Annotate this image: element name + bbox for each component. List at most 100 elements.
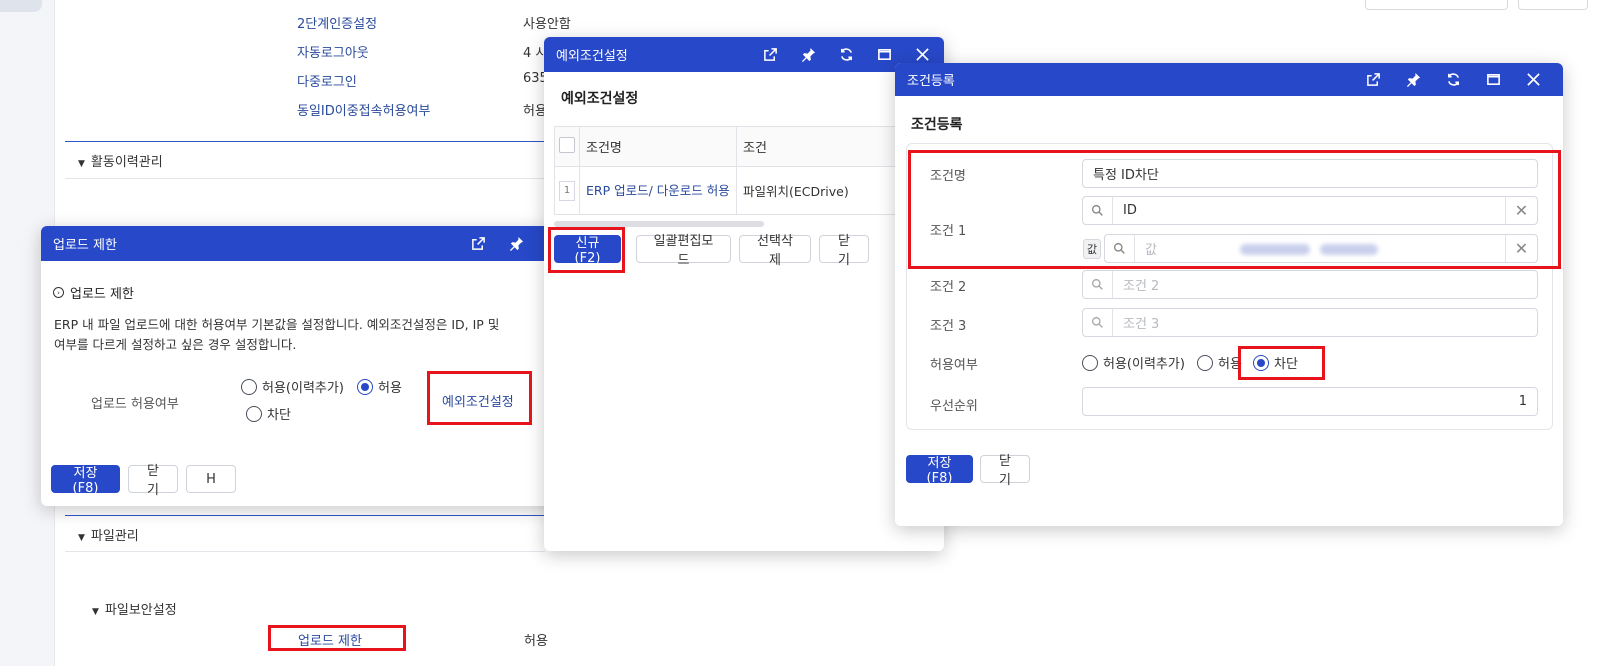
new-button[interactable]: 신규(F2) — [554, 235, 621, 266]
popup-header: 조건등록 — [895, 63, 1563, 96]
popup-header: 예외조건설정 — [544, 37, 944, 72]
section-divider — [65, 515, 545, 516]
exception-table: 조건명 조건 1 ERP 업로드/ 다운로드 허용 파일위치(ECDrive) — [554, 126, 944, 215]
condition-name-input[interactable]: 특정 ID차단 — [1082, 159, 1538, 188]
search-icon[interactable] — [1083, 309, 1113, 336]
condition-3-input[interactable]: 조건 3 — [1082, 308, 1538, 337]
condition-2-label: 조건 2 — [930, 280, 967, 295]
radio-label: 허용(이력추가) — [262, 381, 344, 396]
collapse-triangle-icon: ▼ — [92, 607, 99, 617]
condition-1-input[interactable]: ID ✕ — [1082, 196, 1538, 225]
condition-register-popup: 조건등록 조건등록 조건명 특정 ID차단 조건 1 ID ✕ 값 값 ✕ 조건… — [895, 63, 1563, 526]
condition-name-link[interactable]: ERP 업로드/ 다운로드 허용 — [579, 166, 737, 215]
radio-block[interactable]: 차단 — [1253, 353, 1298, 372]
radio-allow[interactable]: 허용 — [357, 377, 402, 396]
radio-dot — [1082, 354, 1098, 371]
radio-dot — [246, 405, 262, 422]
radio-dot-selected — [1253, 354, 1269, 371]
rail-active-item[interactable] — [0, 0, 42, 12]
radio-allow-with-log[interactable]: 허용(이력추가) — [241, 377, 344, 396]
maximize-icon[interactable] — [874, 45, 894, 65]
setting-label: 2단계인증설정 — [297, 17, 378, 32]
upload-limit-popup: 업로드 제한 › 업로드 제한 ERP 내 파일 업로드에 대한 허용여부 기본… — [41, 226, 566, 506]
heading-text: 업로드 제한 — [70, 287, 134, 302]
allow-label: 허용여부 — [930, 358, 978, 373]
divider — [65, 178, 545, 179]
save-button[interactable]: 저장(F8) — [51, 465, 120, 496]
setting-value: 사용안함 — [523, 17, 571, 32]
value-tag: 값 — [1083, 239, 1101, 259]
radio-label: 허용 — [378, 381, 402, 396]
setting-label: 자동로그아웃 — [297, 46, 369, 61]
circle-chevron-icon: › — [53, 287, 64, 298]
collapse-triangle-icon: ▼ — [78, 159, 85, 169]
bulk-edit-button[interactable]: 일괄편집모드 — [636, 234, 731, 268]
subsection-title-text: 파일보안설정 — [104, 603, 177, 618]
pin-icon[interactable] — [1403, 70, 1423, 90]
exception-settings-popup: 예외조건설정 예외조건설정 조건명 조건 1 ERP 업로드/ 다운로드 허용 … — [544, 37, 944, 551]
upload-limit-link[interactable]: 업로드 제한 — [298, 630, 362, 649]
radio-allow[interactable]: 허용 — [1197, 353, 1248, 372]
section-divider — [65, 141, 545, 142]
input-value: 1 — [1518, 394, 1527, 409]
open-new-window-icon[interactable] — [468, 234, 488, 254]
radio-allow-with-log[interactable]: 허용(이력추가) — [1082, 353, 1185, 372]
section-file-management[interactable]: ▼ 파일관리 — [78, 525, 139, 544]
popup-heading: 조건등록 — [911, 117, 963, 133]
setting-label: 동일ID이중접속허용여부 — [297, 104, 431, 119]
maximize-icon[interactable] — [1483, 70, 1503, 90]
condition-1-label: 조건 1 — [930, 224, 967, 239]
close-button[interactable]: 닫기 — [980, 454, 1030, 488]
column-header-name[interactable]: 조건명 — [579, 126, 737, 167]
condition-1-value-input[interactable]: 값 ✕ — [1104, 234, 1538, 263]
radio-dot-selected — [357, 378, 373, 395]
radio-label: 차단 — [267, 408, 291, 423]
upload-allow-label: 업로드 허용여부 — [91, 397, 179, 412]
condition-3-label: 조건 3 — [930, 319, 967, 334]
row-number: 1 — [559, 180, 575, 201]
search-icon[interactable] — [1105, 235, 1135, 262]
h-button[interactable]: H — [186, 465, 236, 493]
radio-dot — [1197, 354, 1213, 371]
pin-icon[interactable] — [506, 234, 526, 254]
clear-icon[interactable]: ✕ — [1505, 197, 1537, 224]
description-line-2: 여부를 다르게 설정하고 싶은 경우 설정합니다. — [54, 337, 297, 352]
radio-block[interactable]: 차단 — [246, 404, 291, 423]
priority-label: 우선순위 — [930, 399, 978, 414]
close-button[interactable]: 닫기 — [128, 464, 178, 498]
search-icon[interactable] — [1083, 271, 1113, 298]
input-placeholder: 조건 3 — [1123, 317, 1160, 332]
popup-header: 업로드 제한 — [41, 226, 566, 261]
table-row[interactable]: 1 ERP 업로드/ 다운로드 허용 파일위치(ECDrive) — [554, 166, 944, 215]
delete-selected-button[interactable]: 선택삭제 — [739, 234, 811, 268]
description-line-1: ERP 내 파일 업로드에 대한 허용여부 기본값을 설정합니다. 예외조건설정… — [54, 317, 500, 332]
section-activity-log[interactable]: ▼ 활동이력관리 — [78, 151, 163, 170]
condition-2-input[interactable]: 조건 2 — [1082, 270, 1538, 299]
save-button[interactable]: 저장(F8) — [906, 455, 973, 486]
radio-label: 차단 — [1274, 357, 1298, 372]
input-value: ID — [1123, 203, 1137, 218]
upload-heading: › 업로드 제한 — [53, 283, 134, 302]
popup-heading: 예외조건설정 — [561, 91, 639, 107]
radio-label: 허용 — [1218, 357, 1242, 372]
select-all-checkbox[interactable] — [559, 136, 575, 153]
refresh-icon[interactable] — [1443, 70, 1463, 90]
subsection-file-security[interactable]: ▼ 파일보안설정 — [92, 599, 177, 618]
search-icon[interactable] — [1083, 197, 1113, 224]
close-icon[interactable] — [912, 45, 932, 65]
top-button[interactable] — [1518, 0, 1588, 10]
close-button[interactable]: 닫기 — [819, 234, 869, 268]
pin-icon[interactable] — [798, 45, 818, 65]
input-placeholder: 조건 2 — [1123, 279, 1160, 294]
exception-settings-link[interactable]: 예외조건설정 — [442, 391, 514, 410]
horizontal-scrollbar[interactable] — [554, 221, 764, 227]
priority-input[interactable]: 1 — [1082, 387, 1538, 416]
open-new-window-icon[interactable] — [1363, 70, 1383, 90]
clear-icon[interactable]: ✕ — [1505, 235, 1537, 262]
upload-limit-value: 허용 — [524, 634, 548, 649]
top-search-box[interactable] — [1365, 0, 1508, 10]
open-new-window-icon[interactable] — [760, 45, 780, 65]
close-icon[interactable] — [1523, 70, 1543, 90]
input-value: 특정 ID차단 — [1093, 168, 1159, 183]
refresh-icon[interactable] — [836, 45, 856, 65]
